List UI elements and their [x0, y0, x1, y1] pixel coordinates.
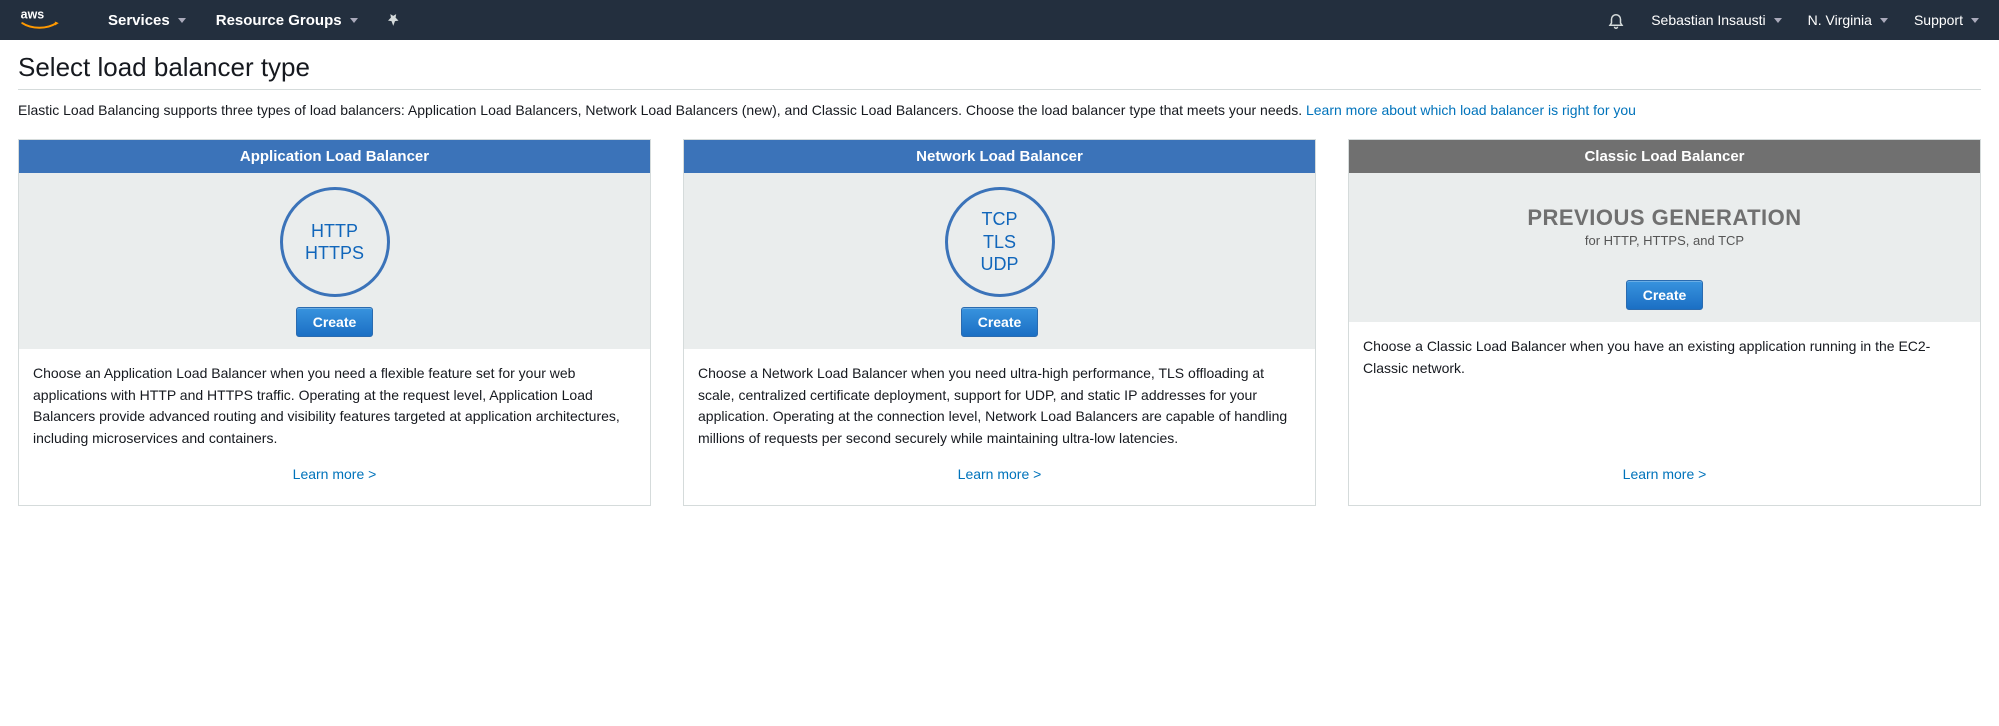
nlb-proto-1: TCP [982, 208, 1018, 231]
caret-down-icon [1880, 18, 1888, 23]
caret-down-icon [178, 18, 186, 23]
clb-learn-more-link[interactable]: Learn more > [1623, 466, 1707, 482]
card-nlb-body: Choose a Network Load Balancer when you … [684, 349, 1315, 505]
alb-proto-1: HTTP [311, 220, 358, 243]
nav-region[interactable]: N. Virginia [1808, 12, 1888, 28]
intro-paragraph: Elastic Load Balancing supports three ty… [18, 100, 1981, 121]
page-title: Select load balancer type [18, 52, 1981, 83]
intro-text: Elastic Load Balancing supports three ty… [18, 102, 1306, 118]
intro-learn-more-link[interactable]: Learn more about which load balancer is … [1306, 102, 1636, 118]
page-content: Select load balancer type Elastic Load B… [0, 40, 1999, 546]
card-nlb-illustration: TCP TLS UDP Create [684, 173, 1315, 349]
nlb-proto-3: UDP [980, 253, 1018, 276]
create-alb-button[interactable]: Create [296, 307, 374, 337]
aws-logo[interactable]: aws [20, 6, 68, 34]
card-clb-header: Classic Load Balancer [1349, 140, 1980, 173]
alb-learn-more-link[interactable]: Learn more > [293, 466, 377, 482]
alb-protocol-circle: HTTP HTTPS [280, 187, 390, 297]
nav-support[interactable]: Support [1914, 12, 1979, 28]
nav-services-label: Services [108, 12, 170, 29]
nav-resource-groups[interactable]: Resource Groups [216, 12, 358, 29]
nlb-proto-2: TLS [983, 231, 1016, 254]
top-nav: aws Services Resource Groups Sebastian I… [0, 0, 1999, 40]
card-alb-illustration: HTTP HTTPS Create [19, 173, 650, 349]
clb-description: Choose a Classic Load Balancer when you … [1363, 336, 1966, 379]
caret-down-icon [1774, 18, 1782, 23]
create-clb-button[interactable]: Create [1626, 280, 1704, 310]
create-nlb-button[interactable]: Create [961, 307, 1039, 337]
nav-support-label: Support [1914, 12, 1963, 28]
nav-right: Sebastian Insausti N. Virginia Support [1607, 11, 1979, 29]
nlb-description: Choose a Network Load Balancer when you … [698, 363, 1301, 450]
notifications-icon[interactable] [1607, 11, 1625, 29]
nav-services[interactable]: Services [108, 12, 186, 29]
alb-description: Choose an Application Load Balancer when… [33, 363, 636, 450]
svg-text:aws: aws [21, 7, 45, 21]
caret-down-icon [350, 18, 358, 23]
lb-cards: Application Load Balancer HTTP HTTPS Cre… [18, 139, 1981, 506]
pin-icon[interactable] [388, 13, 402, 27]
clb-prev-gen-sub: for HTTP, HTTPS, and TCP [1527, 233, 1801, 248]
nlb-learn-more-link[interactable]: Learn more > [958, 466, 1042, 482]
nlb-protocol-circle: TCP TLS UDP [945, 187, 1055, 297]
card-alb: Application Load Balancer HTTP HTTPS Cre… [18, 139, 651, 506]
card-alb-body: Choose an Application Load Balancer when… [19, 349, 650, 505]
nav-user[interactable]: Sebastian Insausti [1651, 12, 1781, 28]
card-alb-header: Application Load Balancer [19, 140, 650, 173]
nav-resource-groups-label: Resource Groups [216, 12, 342, 29]
alb-proto-2: HTTPS [305, 242, 364, 265]
clb-prev-gen: PREVIOUS GENERATION for HTTP, HTTPS, and… [1527, 187, 1801, 270]
nav-left: Services Resource Groups [108, 12, 402, 29]
card-nlb-header: Network Load Balancer [684, 140, 1315, 173]
card-nlb: Network Load Balancer TCP TLS UDP Create… [683, 139, 1316, 506]
card-clb: Classic Load Balancer PREVIOUS GENERATIO… [1348, 139, 1981, 506]
clb-prev-gen-title: PREVIOUS GENERATION [1527, 205, 1801, 231]
nav-user-label: Sebastian Insausti [1651, 12, 1765, 28]
nav-region-label: N. Virginia [1808, 12, 1872, 28]
card-clb-body: Choose a Classic Load Balancer when you … [1349, 322, 1980, 505]
caret-down-icon [1971, 18, 1979, 23]
title-divider [18, 89, 1981, 90]
card-clb-illustration: PREVIOUS GENERATION for HTTP, HTTPS, and… [1349, 173, 1980, 322]
